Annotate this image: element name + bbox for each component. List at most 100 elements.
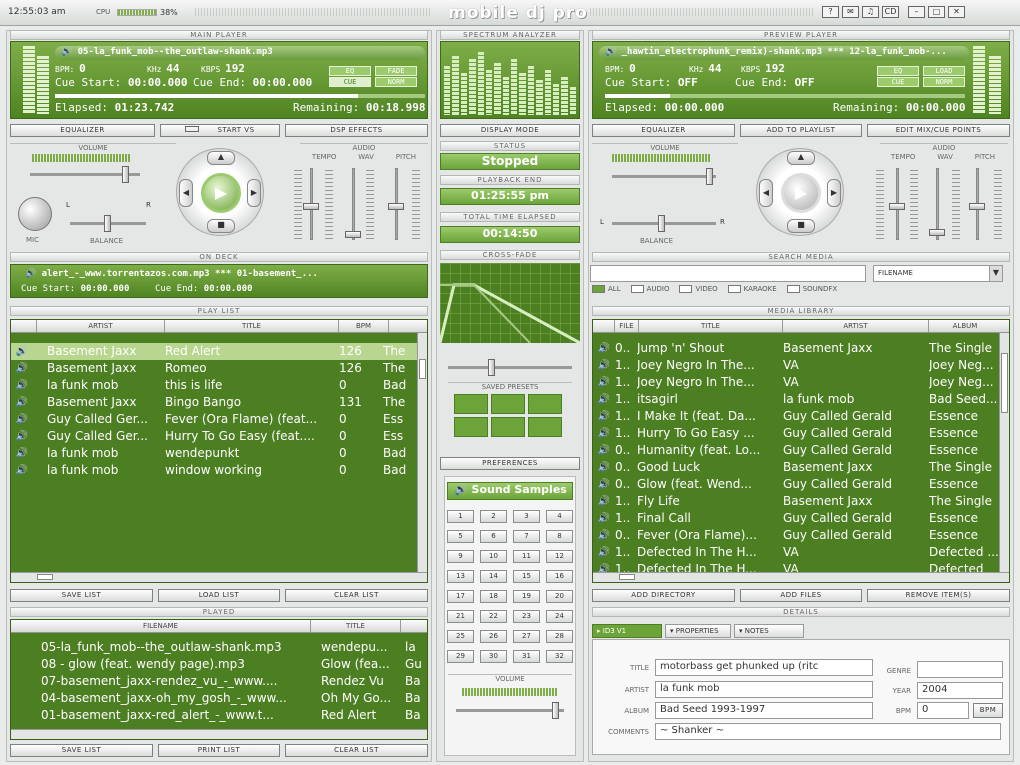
- crossfade-thumb[interactable]: [488, 359, 495, 376]
- main-forward-icon[interactable]: ▶: [247, 179, 261, 207]
- sound-pad-button[interactable]: 30: [480, 650, 507, 663]
- sound-pad-button[interactable]: 32: [546, 650, 573, 663]
- sound-pad-button[interactable]: 1: [447, 510, 474, 523]
- play-list-vscroll-thumb[interactable]: [419, 359, 426, 379]
- table-row[interactable]: 🔊 0.. Humanity (feat. Lo... Guy Called Gera…: [593, 442, 1009, 459]
- details-artist-field[interactable]: la funk mob: [655, 681, 873, 698]
- preset-5-button[interactable]: [491, 417, 525, 437]
- library-hscroll[interactable]: [593, 572, 1009, 582]
- details-title-field[interactable]: motorbass get phunked up (ritc: [655, 659, 873, 676]
- add-directory-button[interactable]: ADD DIRECTORY: [592, 589, 735, 602]
- preview-load-flag[interactable]: LOAD: [923, 66, 965, 76]
- main-rewind-icon[interactable]: ◀: [179, 179, 193, 207]
- crossfade-slider[interactable]: [448, 359, 572, 376]
- library-col-file[interactable]: FILE: [615, 320, 639, 332]
- tempo-thumb[interactable]: [303, 203, 319, 210]
- preview-tempo-slider[interactable]: [889, 168, 905, 240]
- main-equalizer-button[interactable]: EQUALIZER: [10, 124, 155, 137]
- play-list-vscroll[interactable]: [417, 333, 427, 573]
- sound-pad-button[interactable]: 5: [447, 530, 474, 543]
- maximize-icon[interactable]: □: [928, 6, 945, 18]
- play-list-col-album[interactable]: [389, 320, 419, 332]
- main-norm-flag[interactable]: NORM: [375, 77, 417, 87]
- main-fade-flag[interactable]: FADE: [375, 66, 417, 76]
- table-row[interactable]: 🔊 1.. Joey Negro In The... VA Joey Neg...: [593, 357, 1009, 374]
- sound-pad-button[interactable]: 22: [480, 610, 507, 623]
- balance-slider[interactable]: [70, 215, 146, 232]
- start-vs-button[interactable]: START VS: [160, 124, 280, 137]
- music-icon[interactable]: ♫: [862, 6, 879, 18]
- table-row[interactable]: 🔊 la funk mob window working 0 Bad: [11, 462, 427, 479]
- media-type-filter[interactable]: ALL: [592, 285, 621, 293]
- minimize-icon[interactable]: –: [908, 6, 925, 18]
- table-row[interactable]: 🔊 1.. Defected In The H... VA Defected ...: [593, 544, 1009, 561]
- main-volume-slider[interactable]: [30, 166, 140, 183]
- table-row[interactable]: 🔊 Basement Jaxx Bingo Bango 131 The: [11, 394, 427, 411]
- pitch-thumb[interactable]: [388, 203, 404, 210]
- sound-pad-button[interactable]: 10: [480, 550, 507, 563]
- details-comments-field[interactable]: ~ Shanker ~: [655, 723, 1001, 740]
- table-row[interactable]: 07-basement_jaxx-rendez_vu_-_www.... Rend…: [11, 673, 427, 690]
- preview-pitch-slider[interactable]: [969, 168, 985, 240]
- close-icon[interactable]: ✕: [948, 6, 965, 18]
- preview-volume-thumb[interactable]: [706, 168, 713, 185]
- play-list-hscroll-thumb[interactable]: [37, 574, 53, 580]
- preset-4-button[interactable]: [454, 417, 488, 437]
- media-type-filter[interactable]: AUDIO: [630, 285, 669, 293]
- sound-pad-button[interactable]: 9: [447, 550, 474, 563]
- sound-pad-button[interactable]: 16: [546, 570, 573, 583]
- remove-items-button[interactable]: REMOVE ITEM(S): [867, 589, 1010, 602]
- played-col-filename[interactable]: FILENAME: [11, 620, 311, 632]
- media-type-filter[interactable]: VIDEO: [679, 285, 718, 293]
- table-row[interactable]: 🔊 Guy Called Ger... Hurry To Go Easy (feat…: [11, 428, 427, 445]
- search-filter-select[interactable]: FILENAME ▼: [873, 265, 1003, 282]
- library-col-title[interactable]: TITLE: [639, 320, 783, 332]
- play-list-col-title[interactable]: TITLE: [165, 320, 339, 332]
- save-played-button[interactable]: SAVE LIST: [10, 744, 153, 757]
- detect-bpm-button[interactable]: BPM: [973, 703, 1003, 718]
- table-row[interactable]: 🔊 1.. Hurry To Go Easy ... Guy Called Geral…: [593, 425, 1009, 442]
- add-files-button[interactable]: ADD FILES: [740, 589, 862, 602]
- preferences-button[interactable]: PREFERENCES: [440, 457, 580, 470]
- main-volume-thumb[interactable]: [122, 166, 129, 183]
- library-col-artist[interactable]: ARTIST: [783, 320, 929, 332]
- preview-wav-thumb[interactable]: [929, 229, 945, 236]
- main-play-icon[interactable]: ▶: [201, 173, 241, 213]
- preview-balance-slider[interactable]: [612, 215, 716, 232]
- clear-playlist-button[interactable]: CLEAR LIST: [285, 589, 428, 602]
- tempo-slider[interactable]: [303, 168, 319, 240]
- main-stop-icon[interactable]: ■: [207, 219, 235, 233]
- sound-pad-button[interactable]: 31: [513, 650, 540, 663]
- preview-pitch-thumb[interactable]: [969, 203, 985, 210]
- preview-equalizer-button[interactable]: EQUALIZER: [592, 124, 735, 137]
- preview-volume-slider[interactable]: [612, 168, 716, 185]
- table-row[interactable]: 🔊 Guy Called Ger... Fever (Ora Flame) (fea…: [11, 411, 427, 428]
- play-list-hscroll[interactable]: [11, 572, 427, 582]
- preset-6-button[interactable]: [528, 417, 562, 437]
- sound-pad-button[interactable]: 11: [513, 550, 540, 563]
- preview-cue-up-icon[interactable]: ▲: [787, 151, 815, 165]
- sound-pad-button[interactable]: 28: [546, 630, 573, 643]
- samples-volume-thumb[interactable]: [552, 702, 559, 719]
- table-row[interactable]: 🔊 0.. Fever (Ora Flame)... Guy Called Geral…: [593, 527, 1009, 544]
- start-vs-checkbox[interactable]: [185, 126, 200, 132]
- media-type-checkbox[interactable]: [727, 285, 741, 293]
- preview-balance-thumb[interactable]: [658, 215, 665, 232]
- preview-tempo-thumb[interactable]: [889, 203, 905, 210]
- table-row[interactable]: 05-la_funk_mob--the_outlaw-shank.mp3 wend…: [11, 639, 427, 656]
- crossfade-graph[interactable]: [440, 263, 580, 343]
- load-playlist-button[interactable]: LOAD LIST: [158, 589, 280, 602]
- preset-1-button[interactable]: [454, 394, 488, 414]
- library-col-album[interactable]: ALBUM: [929, 320, 1001, 332]
- sound-pad-button[interactable]: 17: [447, 590, 474, 603]
- add-to-playlist-button[interactable]: ADD TO PLAYLIST: [740, 124, 862, 137]
- table-row[interactable]: 🔊 1.. Final Call Guy Called Gerald Essence: [593, 510, 1009, 527]
- sound-pad-button[interactable]: 19: [513, 590, 540, 603]
- table-row[interactable]: 08 - glow (feat. wendy page).mp3 Glow (fe…: [11, 656, 427, 673]
- main-cue-up-icon[interactable]: ▲: [207, 151, 235, 165]
- wav-slider[interactable]: [345, 168, 361, 240]
- table-row[interactable]: 🔊 1.. Fly Life Basement Jaxx The Single: [593, 493, 1009, 510]
- table-row[interactable]: 🔊 0.. Good Luck Basement Jaxx The Single: [593, 459, 1009, 476]
- played-col-extra[interactable]: [401, 620, 421, 632]
- sound-pad-button[interactable]: 18: [480, 590, 507, 603]
